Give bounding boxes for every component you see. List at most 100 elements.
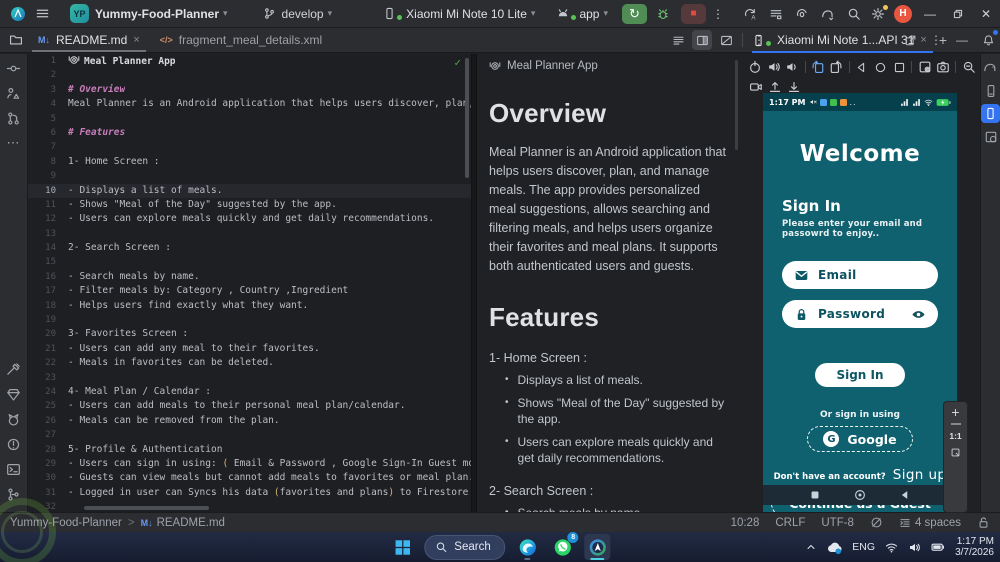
encoding-widget[interactable]: UTF-8: [821, 517, 854, 529]
gradle-sync-icon[interactable]: [816, 3, 840, 25]
markdown-preview-pane[interactable]: Meal Planner App Overview Meal Planner is…: [477, 54, 740, 512]
run-config-selector[interactable]: app ▾: [551, 3, 612, 25]
nav-home-icon[interactable]: [853, 488, 867, 502]
start-button[interactable]: [389, 534, 415, 560]
nav-back-icon[interactable]: [899, 489, 911, 501]
pull-requests-icon[interactable]: [3, 107, 25, 129]
device-explorer-icon[interactable]: [981, 81, 1000, 100]
editor-line-31[interactable]: 31- Logged in user can Syncs his data (f…: [28, 486, 471, 500]
running-devices-icon[interactable]: [981, 104, 1000, 123]
editor-line-24[interactable]: 24 4- Meal Plan / Calendar :: [28, 385, 471, 399]
onedrive-icon[interactable]: [827, 540, 842, 555]
editor-line-18[interactable]: 18- Helps users find exactly what they w…: [28, 299, 471, 313]
split-view-icon[interactable]: [692, 30, 712, 50]
attach-debugger-icon[interactable]: [790, 3, 814, 25]
editor-vertical-scrollbar[interactable]: [465, 58, 469, 178]
more-tools-icon[interactable]: ⋯: [3, 132, 25, 154]
home-icon[interactable]: [871, 58, 890, 76]
edge-browser-button[interactable]: [515, 534, 541, 560]
editor-only-view-icon[interactable]: [668, 30, 688, 50]
taskbar-clock[interactable]: 1:17 PM 3/7/2026: [955, 536, 994, 558]
app-insights-icon[interactable]: [3, 383, 25, 405]
editor-line-2[interactable]: 2: [28, 68, 471, 82]
zoom-reset-icon[interactable]: [959, 58, 978, 76]
run-more-menu-icon[interactable]: ⋮: [706, 3, 730, 25]
editor-line-5[interactable]: 5: [28, 112, 471, 126]
project-tool-window-icon[interactable]: [4, 29, 28, 51]
email-field[interactable]: Email: [782, 261, 938, 289]
taskbar-search[interactable]: Search: [424, 534, 506, 560]
search-everywhere-icon[interactable]: [842, 3, 866, 25]
editor-line-6[interactable]: 6 # Features: [28, 126, 471, 140]
debug-button[interactable]: [651, 4, 675, 24]
editor-line-20[interactable]: 20 3- Favorites Screen :: [28, 327, 471, 341]
nav-recents-icon[interactable]: [809, 489, 821, 501]
project-badge[interactable]: YP: [70, 4, 89, 23]
tab-readme[interactable]: M↓ README.md ×: [28, 28, 150, 52]
editor-line-23[interactable]: 23: [28, 371, 471, 385]
android-studio-taskbar-button[interactable]: [584, 534, 611, 560]
close-button[interactable]: ✕: [972, 0, 1000, 27]
layout-inspector-icon[interactable]: [981, 127, 1000, 146]
zoom-fit-icon[interactable]: [950, 447, 961, 458]
close-tab-icon[interactable]: ×: [133, 34, 139, 46]
user-avatar[interactable]: H: [894, 4, 912, 23]
language-switcher[interactable]: ENG: [852, 541, 875, 553]
editor-horizontal-scrollbar[interactable]: [84, 506, 209, 510]
screenshot-icon[interactable]: [934, 58, 953, 76]
stop-button[interactable]: ■: [681, 3, 706, 24]
problems-icon[interactable]: [3, 433, 25, 455]
logcat-icon[interactable]: [3, 408, 25, 430]
project-selector[interactable]: Yummy-Food-Planner: [95, 7, 219, 21]
sign-up-link[interactable]: Sign up: [893, 467, 947, 483]
editor-line-7[interactable]: 7: [28, 140, 471, 154]
inspections-ok-icon[interactable]: ✓: [454, 56, 461, 69]
recents-icon[interactable]: [890, 58, 909, 76]
editor-line-4[interactable]: 4 Meal Planner is an Android application …: [28, 97, 471, 111]
volume-down-icon[interactable]: [783, 58, 802, 76]
editor-line-16[interactable]: 16- Search meals by name.: [28, 270, 471, 284]
google-sign-in-button[interactable]: G Google: [807, 426, 913, 452]
editor-line-13[interactable]: 13: [28, 227, 471, 241]
rotate-right-icon[interactable]: [827, 58, 846, 76]
editor-line-3[interactable]: 3 # Overview: [28, 83, 471, 97]
editor-line-25[interactable]: 25- Users can add meals to their persona…: [28, 399, 471, 413]
password-field[interactable]: Password: [782, 300, 938, 328]
restore-button[interactable]: [944, 0, 972, 27]
rerun-button[interactable]: ↻: [622, 3, 647, 24]
rotate-left-icon[interactable]: [809, 58, 828, 76]
editor-line-29[interactable]: 29- Users can sign in using: ( Email & P…: [28, 457, 471, 471]
editor-line-30[interactable]: 30- Guests can view meals but cannot add…: [28, 471, 471, 485]
tab-fragment-meal-details[interactable]: </> fragment_meal_details.xml: [150, 28, 332, 52]
editor-line-19[interactable]: 19: [28, 313, 471, 327]
editor-line-10[interactable]: 10- Displays a list of meals.: [28, 183, 471, 198]
editor-line-26[interactable]: 26- Meals can be removed from the plan.: [28, 414, 471, 428]
hide-panel-icon[interactable]: —: [952, 30, 972, 50]
file-lock-icon[interactable]: [977, 516, 990, 529]
panel-options-icon[interactable]: ⋮: [926, 30, 946, 50]
battery-tray-icon[interactable]: [931, 540, 945, 554]
editor-line-15[interactable]: 15: [28, 255, 471, 269]
editor-line-28[interactable]: 28 5- Profile & Authentication: [28, 443, 471, 457]
settings-button[interactable]: [866, 3, 890, 25]
preview-scrollbar[interactable]: [735, 60, 738, 150]
resource-manager-icon[interactable]: [3, 82, 25, 104]
back-icon[interactable]: [853, 58, 872, 76]
sign-in-button[interactable]: Sign In: [815, 363, 905, 387]
editor-line-21[interactable]: 21- Users can add any meal to their favo…: [28, 342, 471, 356]
line-ending-widget[interactable]: CRLF: [775, 517, 805, 529]
notifications-bell-icon[interactable]: [978, 30, 998, 50]
indent-widget[interactable]: 4 spaces: [899, 517, 961, 529]
editor-line-11[interactable]: 11- Shows "Meal of the Day" suggested by…: [28, 198, 471, 212]
editor-line-22[interactable]: 22- Meals in favorites can be deleted.: [28, 356, 471, 370]
commit-icon[interactable]: [3, 57, 25, 79]
main-menu-icon[interactable]: [30, 3, 54, 25]
zoom-in-button[interactable]: +: [951, 405, 959, 419]
apply-changes-icon[interactable]: A: [738, 3, 762, 25]
device-selector[interactable]: Xiaomi Mi Note 10 Lite ▾: [377, 3, 539, 25]
build-icon[interactable]: [3, 358, 25, 380]
cursor-position[interactable]: 10:28: [731, 517, 760, 529]
wifi-tray-icon[interactable]: [885, 541, 898, 554]
version-control-icon[interactable]: [3, 483, 25, 505]
show-password-eye-icon[interactable]: [911, 307, 926, 322]
